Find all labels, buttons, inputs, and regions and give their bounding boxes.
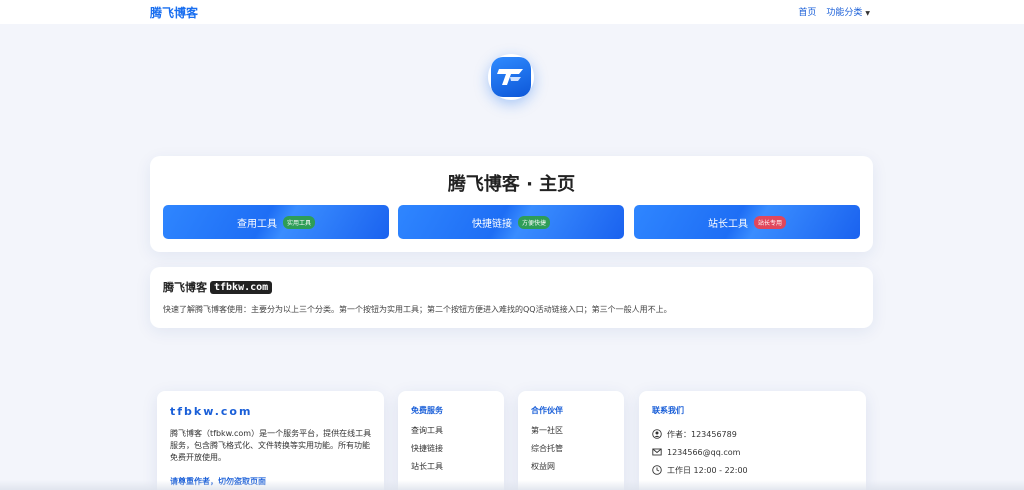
top-navbar: 腾飞博客 首页 功能分类 ▼ — [0, 0, 1024, 24]
nav-links: 首页 功能分类 ▼ — [798, 5, 870, 18]
services-heading: 免费服务 — [411, 406, 443, 415]
services-link-query-tools[interactable]: 查询工具 — [411, 425, 443, 443]
footer-partners-card: 合作伙伴 第一社区 综合托管 权益网 — [518, 391, 624, 490]
quick-links-button-label: 快捷链接 — [471, 218, 512, 230]
contact-heading: 联系我们 — [652, 406, 684, 415]
services-link-webmaster-tools[interactable]: 站长工具 — [411, 461, 443, 479]
partner-link-3[interactable]: 权益网 — [531, 461, 563, 479]
user-circle-icon — [652, 429, 662, 439]
contact-hours: 工作日 12:00 - 22:00 — [652, 461, 748, 479]
partner-link-1[interactable]: 第一社区 — [531, 425, 563, 443]
caret-down-icon: ▼ — [865, 10, 870, 17]
nav-home-link[interactable]: 首页 — [798, 5, 816, 18]
webmaster-tools-button[interactable]: 站长工具 站长专用 — [634, 205, 860, 239]
hero-card: 腾飞博客 · 主页 查用工具 实用工具 快捷链接 方便快捷 站长工具 站长专用 — [150, 156, 873, 252]
clock-icon — [652, 465, 662, 475]
nav-categories-dropdown[interactable]: 功能分类 ▼ — [826, 5, 870, 18]
info-title: 腾飞博客 tfbkw.com — [163, 279, 273, 295]
contact-email-text: 1234566@qq.com — [667, 447, 741, 457]
partner-link-2[interactable]: 综合托管 — [531, 443, 563, 461]
footer-site-card: tfbkw.com 腾飞博客（tfbkw.com）是一个服务平台，提供在线工具服… — [157, 391, 384, 490]
tf-logo-icon — [491, 57, 531, 97]
contact-author-text: 作者：123456789 — [667, 429, 737, 439]
domain-code-pill: tfbkw.com — [210, 280, 273, 294]
envelope-icon — [652, 447, 662, 457]
tools-badge: 实用工具 — [282, 215, 315, 229]
info-card: 腾飞博客 tfbkw.com 快速了解腾飞博客使用：主要分为以上三个分类。第一个… — [150, 267, 873, 328]
webmaster-tools-badge: 站长专用 — [753, 215, 786, 229]
bottom-shadow — [0, 480, 1024, 490]
webmaster-tools-button-label: 站长工具 — [707, 218, 748, 230]
contact-hours-text: 工作日 12:00 - 22:00 — [667, 465, 748, 475]
nav-categories-label: 功能分类 — [826, 8, 863, 18]
info-title-text: 腾飞博客 — [163, 281, 207, 294]
services-link-quick-links[interactable]: 快捷链接 — [411, 443, 443, 461]
site-logo — [488, 54, 534, 100]
tools-button-label: 查用工具 — [236, 218, 277, 230]
contact-email: 1234566@qq.com — [652, 443, 748, 461]
page-title: 腾飞博客 · 主页 — [447, 174, 576, 195]
quick-links-badge: 方便快捷 — [517, 215, 550, 229]
partners-heading: 合作伙伴 — [531, 406, 563, 415]
partners-list: 第一社区 综合托管 权益网 — [531, 425, 563, 479]
quick-links-button[interactable]: 快捷链接 方便快捷 — [398, 205, 624, 239]
info-description: 快速了解腾飞博客使用：主要分为以上三个分类。第一个按钮为实用工具；第二个按钮方便… — [163, 305, 672, 314]
footer-site-description: 腾飞博客（tfbkw.com）是一个服务平台，提供在线工具服务，包含腾飞格式化、… — [170, 429, 372, 462]
contact-author: 作者：123456789 — [652, 425, 748, 443]
contact-list: 作者：123456789 1234566@qq.com 工作日 12:00 - … — [652, 425, 748, 479]
footer-services-card: 免费服务 查询工具 快捷链接 站长工具 — [398, 391, 504, 490]
footer-site-title: tfbkw.com — [170, 405, 253, 418]
footer-contact-card: 联系我们 作者：123456789 1234566@qq.com 工作日 12:… — [639, 391, 866, 490]
tools-button[interactable]: 查用工具 实用工具 — [163, 205, 389, 239]
brand-logo-text[interactable]: 腾飞博客 — [150, 4, 198, 21]
services-list: 查询工具 快捷链接 站长工具 — [411, 425, 443, 479]
